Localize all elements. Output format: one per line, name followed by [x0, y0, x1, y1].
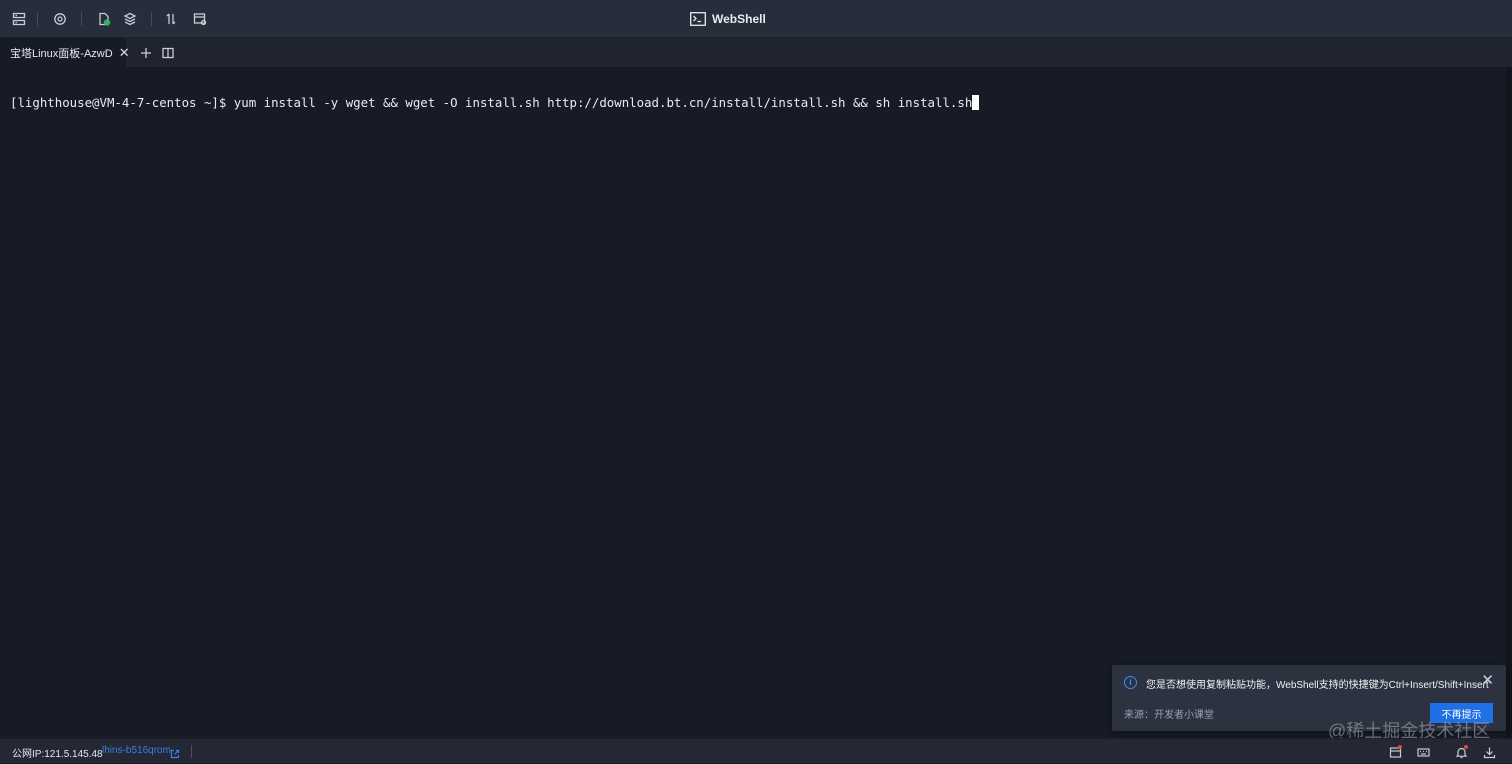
- external-link-icon[interactable]: [170, 746, 180, 759]
- window-title: WebShell: [690, 0, 830, 38]
- transfer-icon[interactable]: [161, 9, 181, 29]
- toolbar-divider: [37, 12, 38, 26]
- instance-id-link[interactable]: lhins-b516qrom: [102, 745, 171, 756]
- settings-icon[interactable]: [50, 9, 70, 29]
- text-cursor: [972, 95, 980, 110]
- split-view-icon: [162, 47, 174, 59]
- close-icon[interactable]: ✕: [1481, 673, 1494, 688]
- alert-dot: [1398, 745, 1402, 749]
- close-icon[interactable]: ✕: [119, 46, 130, 59]
- tab-session[interactable]: 宝塔Linux面板-AzwD ✕: [0, 38, 130, 67]
- toolbar-divider: [151, 12, 152, 26]
- keyboard-icon[interactable]: [1415, 744, 1431, 760]
- notification-bell-icon[interactable]: [1453, 744, 1469, 760]
- shell-prompt: [lighthouse@VM-4-7-centos ~]$: [10, 95, 234, 110]
- status-bar: 公网IP:121.5.145.48 lhins-b516qrom: [0, 738, 1512, 763]
- alert-dot: [1464, 745, 1468, 749]
- notification-source: 来源：开发者小课堂: [1124, 710, 1214, 721]
- terminal-icon: [690, 12, 706, 26]
- shell-command: yum install -y wget && wget -O install.s…: [233, 95, 973, 110]
- status-divider: [191, 745, 192, 758]
- toolbar-divider: [81, 12, 82, 26]
- download-icon[interactable]: [1481, 744, 1497, 760]
- terminal-line: [lighthouse@VM-4-7-centos ~]$ yum instal…: [10, 95, 980, 110]
- tab-bar: 宝塔Linux面板-AzwD ✕: [0, 38, 1512, 67]
- file-manager-icon[interactable]: [1387, 744, 1403, 760]
- layers-icon[interactable]: [120, 9, 140, 29]
- history-icon[interactable]: [190, 9, 210, 29]
- add-tab-button[interactable]: [138, 45, 154, 61]
- info-icon: i: [1124, 676, 1137, 689]
- top-toolbar: WebShell: [0, 0, 1512, 38]
- server-list-icon[interactable]: [9, 9, 29, 29]
- file-check-icon[interactable]: [94, 9, 114, 29]
- public-ip-label: 公网IP:121.5.145.48: [12, 749, 103, 760]
- plus-icon: [141, 48, 151, 58]
- split-screen-button[interactable]: [160, 45, 176, 61]
- terminal-area[interactable]: [lighthouse@VM-4-7-centos ~]$ yum instal…: [0, 67, 1512, 738]
- notification-message: 您是否想使用复制粘贴功能，WebShell支持的快捷键为Ctrl+Insert/…: [1146, 680, 1489, 691]
- app-title: WebShell: [712, 12, 766, 26]
- terminal-scrollbar[interactable]: [1506, 67, 1512, 738]
- tab-label: 宝塔Linux面板-AzwD: [10, 47, 113, 60]
